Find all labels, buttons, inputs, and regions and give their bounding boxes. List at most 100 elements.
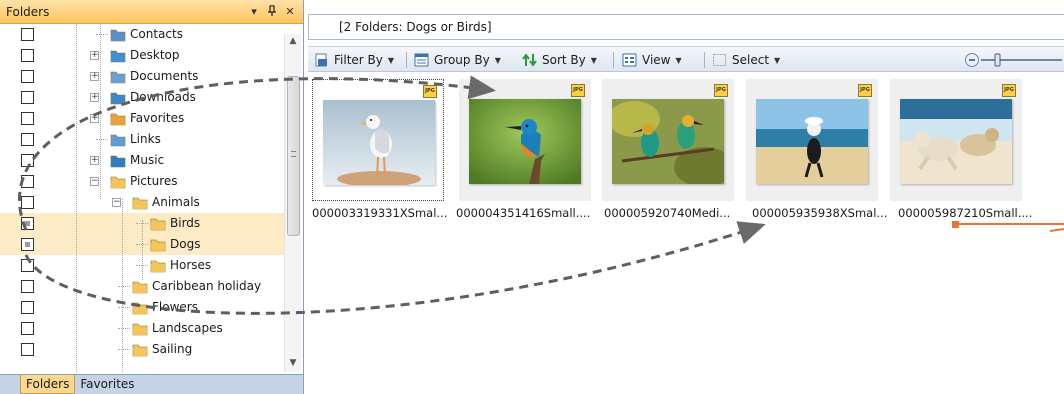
expand-icon[interactable]: +: [90, 93, 99, 102]
tree-item-desktop[interactable]: + Desktop: [0, 45, 284, 66]
folder-checkbox[interactable]: [21, 112, 34, 125]
folder-icon: [150, 216, 166, 231]
thumbnail-caption: 000003319331XSmal...: [312, 206, 448, 220]
folder-checkbox[interactable]: [21, 70, 34, 83]
thumbnail-item[interactable]: JPG: [459, 79, 591, 201]
sort-by-button[interactable]: Sort By ▼: [522, 51, 597, 69]
tree-item-animals[interactable]: − Animals: [0, 192, 284, 213]
thumbnail-item[interactable]: JPG: [312, 79, 444, 201]
tree-item-documents[interactable]: + Documents: [0, 66, 284, 87]
thumbnail-item[interactable]: JPG: [746, 79, 878, 201]
tree-item-label: Landscapes: [152, 321, 223, 335]
view-icon: [622, 53, 637, 67]
folder-checkbox[interactable]: [21, 196, 34, 209]
group-by-button[interactable]: Group By ▼: [414, 51, 501, 69]
jpg-file-icon: JPG: [571, 84, 585, 97]
folder-checkbox[interactable]: [21, 49, 34, 62]
documents-folder-icon: [110, 69, 126, 84]
tree-connector: [118, 286, 130, 287]
folder-checkbox[interactable]: [21, 259, 34, 272]
group-by-label: Group By: [434, 53, 490, 67]
tree-item-favorites[interactable]: + Favorites: [0, 108, 284, 129]
folder-icon: [132, 300, 148, 315]
panel-menu-dropdown-icon[interactable]: ▾: [247, 5, 261, 19]
collapse-icon[interactable]: −: [90, 177, 99, 186]
desktop-folder-icon: [110, 48, 126, 63]
scroll-up-arrow-icon[interactable]: ▲: [288, 36, 298, 46]
tree-connector: [118, 349, 130, 350]
scrollbar-grip-icon: [291, 151, 296, 157]
folder-checkbox[interactable]: [21, 322, 34, 335]
tree-connector: [96, 34, 108, 35]
expand-icon[interactable]: +: [90, 156, 99, 165]
tree-scrollbar[interactable]: ▲ ▼: [284, 34, 301, 372]
tree-item-label: Flowers: [152, 300, 198, 314]
toolbar-separator: [406, 52, 407, 68]
folder-checkbox[interactable]: [21, 91, 34, 104]
thumbnail-item[interactable]: JPG: [890, 79, 1022, 201]
tree-item-downloads[interactable]: + Downloads: [0, 87, 284, 108]
scrollbar-thumb[interactable]: [287, 76, 300, 236]
music-folder-icon: [110, 153, 126, 168]
close-icon[interactable]: ✕: [283, 5, 297, 19]
thumbnail-item[interactable]: JPG: [602, 79, 734, 201]
group-dropdown-icon: ▼: [494, 55, 501, 65]
sort-arrows-icon: [522, 53, 537, 67]
view-label: View: [642, 53, 671, 67]
tree-item-label: Contacts: [130, 27, 183, 41]
folder-checkbox[interactable]: [21, 175, 34, 188]
filter-dropdown-icon: ▼: [387, 55, 395, 65]
thumbnail-caption: 000004351416Small....: [456, 206, 591, 220]
expand-icon[interactable]: +: [90, 72, 99, 81]
zoom-slider[interactable]: [964, 51, 1064, 69]
tree-connector: [118, 307, 130, 308]
jpg-file-icon: JPG: [714, 84, 728, 97]
dog-on-beach-photo: [756, 99, 868, 184]
scroll-down-arrow-icon[interactable]: ▼: [288, 358, 298, 368]
tree-item-sailing[interactable]: Sailing: [0, 339, 284, 360]
collapse-icon[interactable]: −: [112, 198, 121, 207]
seagull-photo: [323, 100, 435, 185]
select-button[interactable]: Select ▼: [712, 51, 780, 69]
folders-panel: Folders ▾ ✕ Contacts + Desktop + Documents + D…: [0, 0, 304, 394]
tree-item-label: Animals: [152, 195, 200, 209]
folder-icon: [150, 258, 166, 273]
expand-icon[interactable]: +: [90, 114, 99, 123]
view-button[interactable]: View ▼: [622, 51, 682, 69]
tree-item-label: Birds: [170, 216, 201, 230]
tree-item-label: Documents: [130, 69, 199, 83]
tab-favorites[interactable]: Favorites: [75, 375, 139, 394]
view-dropdown-icon: ▼: [675, 55, 682, 65]
folder-checkbox[interactable]: [21, 217, 34, 230]
folder-checkbox[interactable]: [21, 28, 34, 41]
tree-item-landscapes[interactable]: Landscapes: [0, 318, 284, 339]
select-label: Select: [732, 53, 770, 67]
folder-checkbox[interactable]: [21, 154, 34, 167]
tree-guide-line: [100, 24, 101, 199]
filter-icon: [314, 53, 329, 67]
dogs-running-photo: [900, 99, 1012, 184]
address-bar[interactable]: [2 Folders: Dogs or Birds]: [308, 14, 1064, 40]
select-icon: [712, 53, 727, 67]
sort-by-label: Sort By: [542, 53, 586, 67]
tree-item-links[interactable]: Links: [0, 129, 284, 150]
folder-checkbox[interactable]: [21, 133, 34, 146]
filter-by-label: Filter By: [334, 53, 383, 67]
filter-by-button[interactable]: Filter By ▼: [314, 51, 394, 69]
folder-checkbox[interactable]: [21, 343, 34, 356]
tree-item-contacts[interactable]: Contacts: [0, 24, 284, 45]
folder-checkbox[interactable]: [21, 280, 34, 293]
pin-icon[interactable]: [265, 4, 279, 19]
bee-eaters-photo: [612, 99, 724, 184]
tree-item-music[interactable]: + Music: [0, 150, 284, 171]
downloads-folder-icon: [110, 90, 126, 105]
expand-icon[interactable]: +: [90, 51, 99, 60]
tree-item-flowers[interactable]: Flowers: [0, 297, 284, 318]
folder-checkbox[interactable]: [21, 301, 34, 314]
toolbar-separator: [704, 52, 705, 68]
tab-folders[interactable]: Folders: [20, 375, 76, 394]
folder-icon: [150, 237, 166, 252]
tree-guide-line: [76, 24, 77, 372]
folder-checkbox[interactable]: [21, 238, 34, 251]
tree-item-pictures[interactable]: − Pictures: [0, 171, 284, 192]
